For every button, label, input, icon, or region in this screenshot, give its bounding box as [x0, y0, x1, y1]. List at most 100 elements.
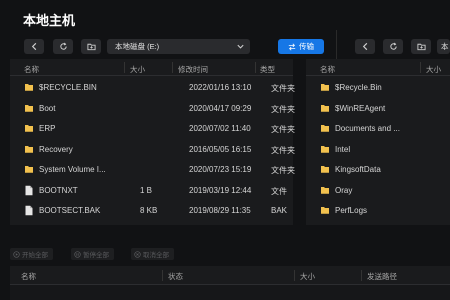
column-divider: [172, 62, 173, 73]
file-type: 文件夹: [271, 166, 295, 175]
folder-icon: [25, 125, 33, 132]
remote-file-list-header: 名称 大小: [306, 59, 450, 76]
file-name: ERP: [39, 124, 56, 133]
chevron-left-icon: [31, 42, 36, 51]
file-name: $Recycle.Bin: [335, 83, 382, 92]
transfer-icon: [288, 43, 296, 50]
pause-all-button[interactable]: 暂停全部: [71, 248, 114, 260]
column-divider: [294, 270, 295, 281]
remote-back-button[interactable]: [355, 39, 375, 54]
pause-all-label: 暂停全部: [83, 252, 109, 259]
file-name: Documents and ...: [335, 124, 400, 133]
remote-file-panel: 名称 大小 $Recycle.Bin $WinREAgent Documents a…: [306, 59, 450, 225]
file-row[interactable]: Recovery 2016/05/05 16:15 文件夹: [10, 140, 295, 160]
file-row[interactable]: Intel: [306, 140, 450, 160]
cancel-all-button[interactable]: 取消全部: [131, 248, 174, 260]
folder-icon: [321, 207, 329, 214]
file-icon: [25, 205, 33, 216]
remote-refresh-button[interactable]: [383, 39, 403, 54]
column-divider: [162, 270, 163, 281]
file-modified: 2019/08/29 11:35: [189, 206, 251, 215]
back-button[interactable]: [24, 39, 44, 54]
remote-new-folder-button[interactable]: [411, 39, 431, 54]
chevron-down-icon: [237, 44, 244, 49]
column-divider: [361, 270, 362, 281]
file-row[interactable]: Boot 2020/04/17 09:29 文件夹: [10, 99, 295, 119]
add-folder-icon: [86, 43, 96, 51]
refresh-button[interactable]: [53, 39, 73, 54]
new-folder-button[interactable]: [81, 39, 101, 54]
remote-path-select[interactable]: 本: [437, 39, 450, 54]
folder-icon: [25, 104, 33, 112]
file-modified: 2022/01/16 13:10: [189, 83, 252, 92]
file-size: 1 B: [140, 185, 153, 195]
folder-icon: [321, 104, 329, 112]
file-row[interactable]: $Recycle.Bin: [306, 78, 450, 98]
start-all-label: 开始全部: [22, 252, 48, 259]
file-list-header: 名称 大小 修改时间 类型: [10, 59, 293, 76]
chevron-left-icon: [362, 42, 367, 51]
transfer-column-status[interactable]: 状态: [168, 271, 183, 282]
cancel-icon: [134, 250, 141, 258]
add-folder-icon: [416, 43, 426, 51]
file-type: 文件夹: [271, 84, 295, 93]
file-name: BOOTNXT: [39, 185, 78, 195]
column-header-name[interactable]: 名称: [24, 64, 39, 75]
file-row[interactable]: Oray: [306, 181, 450, 201]
file-row[interactable]: PerfLogs: [306, 201, 450, 221]
file-row[interactable]: $WinREAgent: [306, 99, 450, 119]
file-row[interactable]: ERP 2020/07/02 11:40 文件夹: [10, 119, 295, 139]
folder-icon: [25, 84, 33, 91]
file-row[interactable]: Documents and ...: [306, 119, 450, 139]
column-header-type[interactable]: 类型: [260, 64, 275, 75]
column-divider: [255, 62, 256, 73]
file-row[interactable]: System Volume I... 2020/07/23 15:19 文件夹: [10, 160, 295, 180]
file-modified: 2019/03/19 12:44: [189, 185, 252, 195]
transfer-button-label: 传输: [299, 42, 314, 51]
column-header-name[interactable]: 名称: [320, 64, 335, 75]
file-icon: [25, 185, 33, 195]
column-divider: [124, 62, 125, 73]
cancel-all-label: 取消全部: [143, 252, 169, 259]
file-row[interactable]: $RECYCLE.BIN 2022/01/16 13:10 文件夹: [10, 78, 295, 98]
transfer-list-header: 名称 状态 大小 发送路径: [10, 266, 450, 285]
file-type: 文件夹: [271, 145, 295, 155]
transfer-list: [10, 285, 450, 300]
file-type: BAK: [271, 206, 288, 215]
file-name: $WinREAgent: [335, 103, 386, 113]
transfer-button[interactable]: 传输: [278, 39, 324, 54]
file-type: 文件夹: [271, 125, 295, 134]
file-row[interactable]: BOOTSECT.BAK 8 KB 2019/08/29 11:35 BAK: [10, 201, 293, 221]
file-modified: 2020/07/02 11:40: [189, 124, 251, 133]
folder-icon: [25, 145, 33, 153]
transfer-column-size[interactable]: 大小: [300, 271, 315, 282]
transfer-column-name[interactable]: 名称: [21, 271, 36, 282]
play-icon: [13, 250, 20, 258]
column-header-modified[interactable]: 修改时间: [178, 64, 208, 75]
column-header-size[interactable]: 大小: [426, 64, 441, 75]
file-name: BOOTSECT.BAK: [39, 206, 101, 215]
column-divider: [420, 62, 421, 73]
file-name: Oray: [335, 185, 353, 195]
file-name: Boot: [39, 103, 56, 113]
pause-icon: [74, 250, 81, 258]
transfer-column-path[interactable]: 发送路径: [367, 271, 397, 282]
file-row[interactable]: BOOTNXT 1 B 2019/03/19 12:44 文件: [10, 181, 293, 201]
path-select[interactable]: 本地磁盘 (E:): [107, 39, 250, 54]
column-header-size[interactable]: 大小: [130, 64, 145, 75]
file-modified: 2016/05/05 16:15: [189, 144, 252, 154]
file-size: 8 KB: [140, 206, 158, 215]
folder-icon: [25, 166, 33, 173]
file-name: System Volume I...: [39, 165, 106, 174]
toolbar-divider: [336, 30, 337, 60]
remote-path-select-value: 本: [441, 42, 449, 51]
file-modified: 2020/04/17 09:29: [189, 103, 252, 113]
file-type: 文件夹: [271, 104, 295, 114]
page-title: 本地主机: [23, 13, 76, 28]
folder-icon: [321, 166, 329, 173]
folder-icon: [321, 145, 329, 153]
start-all-button[interactable]: 开始全部: [10, 248, 53, 260]
folder-icon: [321, 186, 329, 194]
file-row[interactable]: KingsoftData: [306, 160, 450, 180]
file-type: 文件: [271, 186, 287, 196]
